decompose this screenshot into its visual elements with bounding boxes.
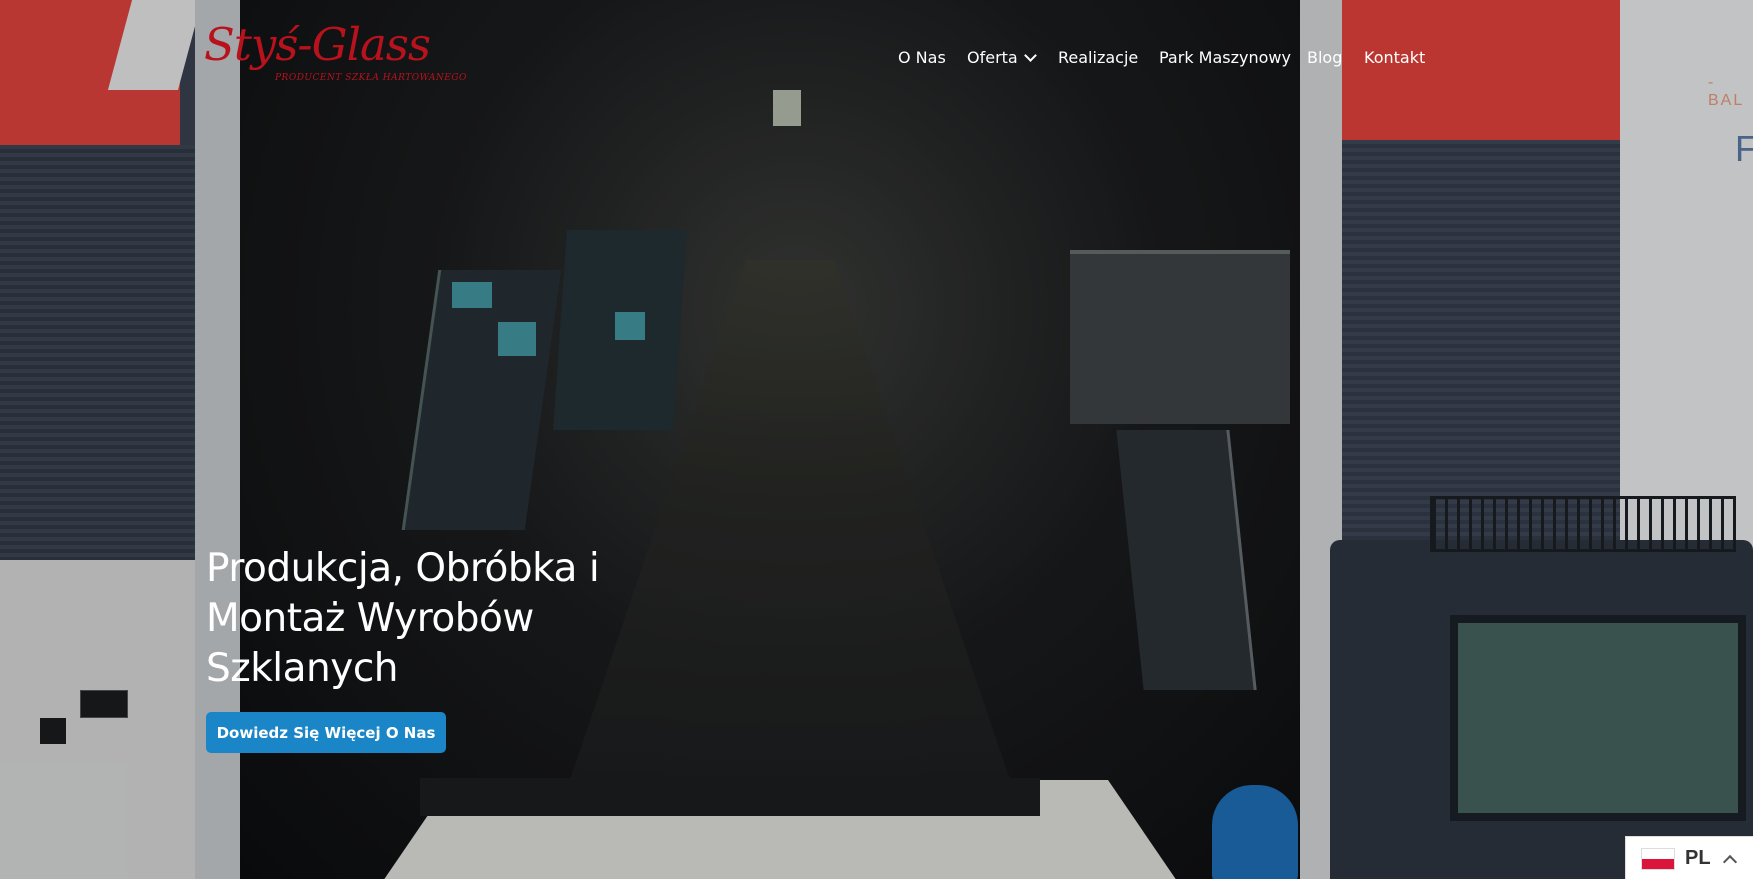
hero-title-line: Szklanych	[206, 646, 399, 691]
hero-title-line: Produkcja, Obróbka i	[206, 546, 600, 591]
nav-item-o-nas[interactable]: O Nas	[898, 48, 946, 67]
nav-item-label: Oferta	[967, 48, 1018, 67]
hero-section: - BAL F Styś-Glass PRODUCENT SZKŁA HARTO…	[0, 0, 1753, 879]
hero-title-line: Montaż Wyrobów	[206, 596, 534, 641]
nav-item-park-maszynowy[interactable]: Park Maszynowy	[1159, 48, 1291, 67]
chevron-up-icon	[1722, 854, 1737, 869]
poland-flag-icon	[1641, 847, 1675, 870]
nav-item-realizacje[interactable]: Realizacje	[1058, 48, 1138, 67]
flag-red-band	[1642, 858, 1674, 869]
logo-tagline: PRODUCENT SZKŁA HARTOWANEGO	[275, 73, 467, 83]
chevron-down-icon	[1023, 49, 1037, 62]
logo-wordmark: Styś-Glass	[204, 18, 431, 71]
nav-item-kontakt[interactable]: Kontakt	[1364, 48, 1425, 67]
learn-more-button[interactable]: Dowiedz Się Więcej O Nas	[206, 712, 446, 753]
nav-item-oferta[interactable]: Oferta	[967, 48, 1037, 67]
language-code: PL	[1685, 847, 1711, 869]
nav-item-blog[interactable]: Blog	[1307, 48, 1342, 67]
hero-title: Produkcja, Obróbka i Montaż Wyrobów Szkl…	[206, 544, 666, 694]
language-switcher[interactable]: PL	[1625, 836, 1753, 879]
site-logo[interactable]: Styś-Glass PRODUCENT SZKŁA HARTOWANEGO	[204, 18, 466, 88]
flag-white-band	[1642, 848, 1674, 859]
